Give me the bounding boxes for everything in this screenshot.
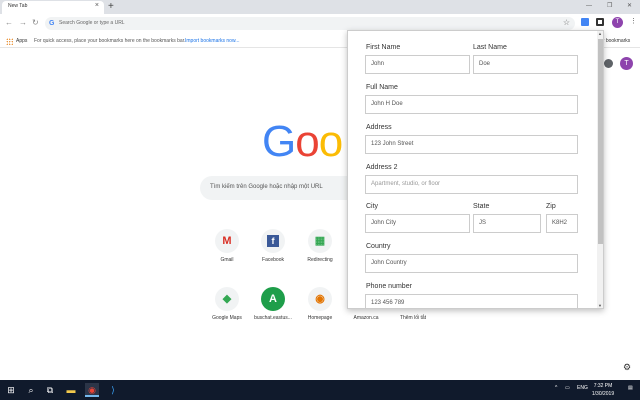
letter-a-icon: A xyxy=(269,293,277,305)
gmail-icon: M xyxy=(222,235,232,247)
address-bar[interactable]: G Search Google or type a URL ☆ xyxy=(45,17,575,30)
task-view-icon[interactable]: ⧉ xyxy=(43,383,57,397)
import-bookmarks-link[interactable]: Import bookmarks now... xyxy=(185,38,239,44)
city-field[interactable]: John City xyxy=(365,214,470,233)
file-explorer-icon[interactable]: ▬ xyxy=(64,383,78,397)
tab-close-icon[interactable]: × xyxy=(95,2,99,10)
first-name-label: First Name xyxy=(366,44,401,51)
address-label: Address xyxy=(366,124,392,131)
state-label: State xyxy=(473,203,490,210)
restore-icon[interactable]: ❐ xyxy=(607,2,612,10)
zip-label: Zip xyxy=(546,203,556,210)
chrome-icon[interactable]: ◉ xyxy=(85,383,99,397)
shortcut-google-maps[interactable]: ◆ Google Maps xyxy=(207,285,247,335)
bookmark-star-icon[interactable]: ☆ xyxy=(563,18,570,28)
shortcut-gmail[interactable]: M Gmail xyxy=(207,227,247,277)
windows-start-icon[interactable]: ⊞ xyxy=(4,383,18,397)
zip-field[interactable]: K8H2 xyxy=(546,214,578,233)
first-name-field[interactable]: John xyxy=(365,55,470,74)
country-label: Country xyxy=(366,243,391,250)
address2-label: Address 2 xyxy=(366,164,398,171)
clock-date: 1/30/2019 xyxy=(591,391,615,397)
shortcut-redirecting[interactable]: ▦ Redirecting xyxy=(300,227,340,277)
phone-label: Phone number xyxy=(366,283,412,290)
last-name-label: Last Name xyxy=(473,44,507,51)
new-tab-button[interactable]: + xyxy=(108,1,114,12)
menu-icon[interactable]: ⋮ xyxy=(630,18,637,26)
forward-icon[interactable]: → xyxy=(19,18,27,28)
extension-icon[interactable] xyxy=(596,18,604,26)
clock[interactable]: 7:32 PM 1/30/2019 xyxy=(589,382,617,398)
city-label: City xyxy=(366,203,379,210)
maps-icon: ◆ xyxy=(222,293,232,305)
autofill-form-popup: First Name John Last Name Doe Full Name … xyxy=(347,30,604,309)
apps-label[interactable]: Apps xyxy=(16,38,27,44)
scroll-up-icon[interactable]: ▲ xyxy=(598,31,602,36)
vscode-icon[interactable]: ⟩ xyxy=(106,383,120,397)
address2-field[interactable]: Apartment, studio, or floor xyxy=(365,175,578,194)
full-name-field[interactable]: John H Doe xyxy=(365,95,578,114)
address-bar-placeholder: Search Google or type a URL xyxy=(59,20,125,26)
scroll-thumb[interactable] xyxy=(598,39,603,244)
taskbar: ⊞ ⌕ ⧉ ▬ ◉ ⟩ ^ ▭ ENG 7:32 PM 1/30/2019 ▤ xyxy=(0,380,640,400)
network-icon[interactable]: ▭ xyxy=(565,385,570,391)
popup-scrollbar[interactable]: ▲ ▼ xyxy=(597,31,603,308)
office-icon: ▦ xyxy=(314,235,326,247)
ntp-profile-avatar[interactable]: T xyxy=(620,57,633,70)
tray-chevron-icon[interactable]: ^ xyxy=(555,385,557,391)
shortcut-buschat[interactable]: A buschat.eastus... xyxy=(253,285,293,335)
address-field[interactable]: 123 John Street xyxy=(365,135,578,154)
google-logo: Goo xyxy=(262,117,343,166)
screen: New Tab × + — ❐ ✕ ← → ↻ G Search Google … xyxy=(0,0,640,400)
close-window-icon[interactable]: ✕ xyxy=(627,2,632,10)
apps-grid-icon[interactable] xyxy=(6,38,13,45)
ntp-search-placeholder: Tìm kiếm trên Google hoặc nhập một URL xyxy=(210,184,323,190)
homepage-icon: ◉ xyxy=(315,293,325,305)
profile-avatar[interactable]: T xyxy=(612,17,623,28)
shortcut-label: Thêm lối tắt xyxy=(399,315,427,321)
last-name-field[interactable]: Doe xyxy=(473,55,578,74)
settings-gear-icon[interactable]: ⚙ xyxy=(623,362,631,372)
mic-icon[interactable] xyxy=(604,59,613,68)
shortcut-homepage[interactable]: ◉ Homepage xyxy=(300,285,340,335)
reload-icon[interactable]: ↻ xyxy=(32,18,39,28)
tab-title: New Tab xyxy=(8,3,28,9)
notifications-icon[interactable]: ▤ xyxy=(628,385,633,391)
language-indicator[interactable]: ENG xyxy=(577,385,588,391)
state-field[interactable]: JS xyxy=(473,214,541,233)
shortcut-facebook[interactable]: f Facebook xyxy=(253,227,293,277)
ntp-search-box[interactable]: Tìm kiếm trên Google hoặc nhập một URL xyxy=(200,176,350,200)
clock-time: 7:32 PM xyxy=(593,383,613,389)
facebook-icon: f xyxy=(267,235,279,247)
country-field[interactable]: John Country xyxy=(365,254,578,273)
minimize-icon[interactable]: — xyxy=(586,2,592,10)
bookmarks-hint: For quick access, place your bookmarks h… xyxy=(34,38,186,44)
search-icon[interactable]: ⌕ xyxy=(24,383,38,397)
scroll-down-icon[interactable]: ▼ xyxy=(598,303,602,308)
other-bookmarks[interactable]: er bookmarks xyxy=(600,38,630,44)
tab-strip: New Tab × + — ❐ ✕ xyxy=(0,0,640,14)
full-name-label: Full Name xyxy=(366,84,398,91)
phone-field[interactable]: 123 456 789 xyxy=(365,294,578,308)
google-g-icon: G xyxy=(49,20,55,27)
shortcut-label: Redirecting xyxy=(307,257,333,263)
tab-new-tab[interactable]: New Tab × xyxy=(2,1,104,14)
translate-extension-icon[interactable] xyxy=(581,18,589,26)
back-icon[interactable]: ← xyxy=(5,18,13,28)
